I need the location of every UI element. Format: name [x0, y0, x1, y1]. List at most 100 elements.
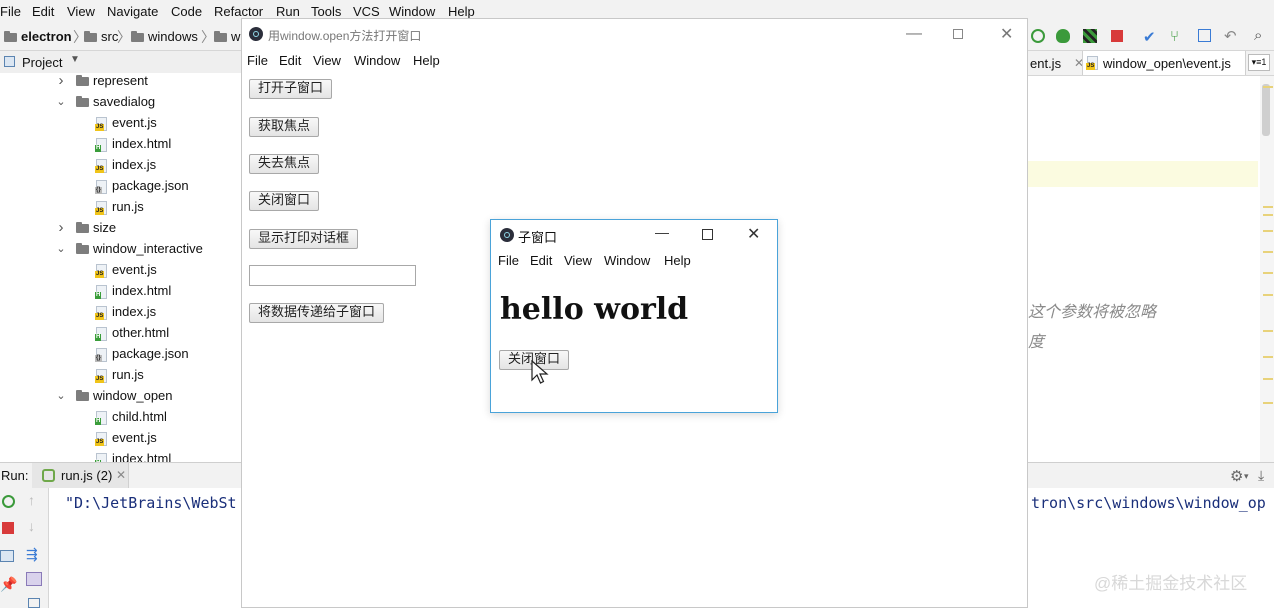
debug-icon[interactable]	[1056, 29, 1070, 43]
ide-menu-help[interactable]: Help	[448, 4, 475, 19]
soft-wrap-icon[interactable]: ⇶	[26, 546, 38, 563]
send-data-to-child-button[interactable]: 将数据传递给子窗口	[249, 303, 385, 323]
tree-file[interactable]: JS index.js	[95, 302, 156, 322]
vcs-history-icon[interactable]	[1198, 29, 1211, 42]
close-icon[interactable]: ✕	[747, 224, 760, 244]
tab-event-js[interactable]: ent.js	[1030, 56, 1061, 71]
chevron-down-icon[interactable]: ⌄	[56, 239, 66, 259]
scroll-to-end-icon[interactable]	[26, 572, 42, 586]
ide-menu-run[interactable]: Run	[276, 4, 300, 19]
child-menu-help[interactable]: Help	[664, 253, 691, 268]
chevron-down-icon[interactable]: ▼	[70, 54, 80, 65]
arrow-down-icon[interactable]: ↓	[28, 518, 35, 534]
chevron-down-icon[interactable]: ▾	[1244, 471, 1249, 482]
ide-menu-edit[interactable]: Edit	[32, 4, 54, 19]
tree-file[interactable]: {} package.json	[95, 176, 189, 196]
search-icon[interactable]: ⌕	[1254, 27, 1262, 44]
coverage-icon[interactable]	[1083, 29, 1097, 43]
child-menu-view[interactable]: View	[564, 253, 592, 268]
ide-menu-vcs[interactable]: VCS	[353, 4, 380, 19]
stop-icon[interactable]	[2, 522, 14, 534]
tab-list-dropdown[interactable]: ▾≡1	[1248, 54, 1270, 71]
main-menu-view[interactable]: View	[313, 53, 341, 68]
rerun-icon[interactable]	[2, 495, 15, 508]
chevron-right-icon[interactable]: ›	[56, 218, 66, 238]
minimize-icon[interactable]: —	[655, 224, 669, 240]
lose-focus-button[interactable]: 失去焦点	[249, 154, 320, 174]
tree-file[interactable]: JS run.js	[95, 197, 144, 217]
folder-icon	[131, 31, 144, 43]
tree-file[interactable]: Hother.html	[95, 323, 169, 343]
ide-menu-navigate[interactable]: Navigate	[107, 4, 158, 19]
tree-file[interactable]: Hindex.html	[95, 281, 171, 301]
tree-file[interactable]: JS event.js	[95, 260, 157, 280]
minimize-icon[interactable]: —	[906, 25, 922, 43]
ide-menu-tools[interactable]: Tools	[311, 4, 341, 19]
ide-menu-view[interactable]: View	[67, 4, 95, 19]
vcs-branch-icon[interactable]: ⑂	[1170, 28, 1179, 45]
main-menu-file[interactable]: File	[247, 53, 268, 68]
editor-scroll-thumb[interactable]	[1262, 84, 1270, 136]
tree-file[interactable]: Hchild.html	[95, 407, 167, 427]
close-window-button[interactable]: 关闭窗口	[249, 191, 320, 211]
breadcrumb-item-electron[interactable]: electron	[4, 29, 72, 44]
tab-window-open-event-js[interactable]: JS window_open\event.js	[1082, 51, 1246, 75]
tree-folder[interactable]: ⌄ savedialog	[56, 92, 155, 112]
tree-folder[interactable]: ⌄ window_open	[56, 386, 172, 406]
arrow-up-icon[interactable]: ↑	[28, 492, 35, 508]
child-window-titlebar[interactable]: 子窗口 — ✕	[491, 220, 777, 250]
open-child-window-button[interactable]: 打开子窗口	[249, 79, 333, 99]
gear-icon[interactable]: ⚙	[1230, 467, 1243, 485]
chevron-down-icon[interactable]: ⌄	[56, 386, 66, 406]
ide-menu-file[interactable]: File	[0, 4, 21, 19]
tree-file[interactable]: JS event.js	[95, 428, 157, 448]
message-input[interactable]	[249, 265, 416, 286]
tree-file[interactable]: Hindex.html	[95, 134, 171, 154]
code-editor[interactable]: 这个参数将被忽略 度	[1028, 76, 1274, 462]
main-menu-help[interactable]: Help	[413, 53, 440, 68]
js-file-icon: JS	[95, 116, 107, 131]
main-menu-edit[interactable]: Edit	[279, 53, 301, 68]
close-icon[interactable]: ✕	[1000, 24, 1013, 44]
chevron-right-icon[interactable]: ›	[56, 73, 66, 91]
tree-file[interactable]: JS run.js	[95, 365, 144, 385]
tree-file[interactable]: {} package.json	[95, 344, 189, 364]
hide-panel-icon[interactable]: ⤓	[1258, 467, 1264, 484]
project-panel-header: Project ▼	[0, 51, 241, 74]
print-icon[interactable]	[28, 598, 40, 608]
child-menu-edit[interactable]: Edit	[530, 253, 552, 268]
tree-folder[interactable]: › size	[56, 218, 117, 238]
ide-menu-code[interactable]: Code	[171, 4, 202, 19]
main-menu-window[interactable]: Window	[354, 53, 400, 68]
get-focus-button[interactable]: 获取焦点	[249, 117, 320, 137]
layout-icon[interactable]	[0, 550, 14, 562]
ide-menu-refactor[interactable]: Refactor	[214, 4, 263, 19]
child-menu-file[interactable]: File	[498, 253, 519, 268]
maximize-icon[interactable]	[953, 29, 963, 39]
project-panel-title[interactable]: Project	[22, 55, 62, 70]
show-print-dialog-button[interactable]: 显示打印对话框	[249, 229, 359, 249]
tree-file[interactable]: Hindex.html	[95, 449, 171, 462]
tree-file[interactable]: JS event.js	[95, 113, 157, 133]
main-window-titlebar[interactable]: 用window.open方法打开窗口 — ✕	[242, 19, 1027, 49]
pin-icon[interactable]: 📌	[0, 576, 17, 593]
maximize-icon[interactable]	[702, 229, 713, 240]
tree-file[interactable]: JS index.js	[95, 155, 156, 175]
child-window-menubar: File Edit View Window Help	[491, 250, 777, 272]
stop-icon[interactable]	[1111, 30, 1123, 42]
breadcrumb-item-windows[interactable]: windows	[131, 29, 198, 44]
child-menu-window[interactable]: Window	[604, 253, 650, 268]
tree-folder[interactable]: ⌄ window_interactive	[56, 239, 202, 259]
rerun-icon[interactable]	[1031, 29, 1045, 43]
breadcrumb-item-window-open[interactable]: w	[214, 29, 240, 44]
breadcrumb-item-src[interactable]: src	[84, 29, 118, 44]
chevron-down-icon[interactable]: ⌄	[56, 92, 66, 112]
revert-icon[interactable]: ↶	[1224, 27, 1237, 45]
ide-menu-window[interactable]: Window	[389, 4, 435, 19]
tree-item-label: package.json	[112, 178, 189, 193]
tree-folder[interactable]: › represent	[56, 73, 148, 91]
json-file-icon: {}	[95, 179, 107, 194]
run-tab[interactable]: run.js (2) ✕	[32, 463, 129, 489]
close-icon[interactable]: ✕	[116, 468, 126, 482]
vcs-update-icon[interactable]: ✔	[1143, 28, 1156, 46]
